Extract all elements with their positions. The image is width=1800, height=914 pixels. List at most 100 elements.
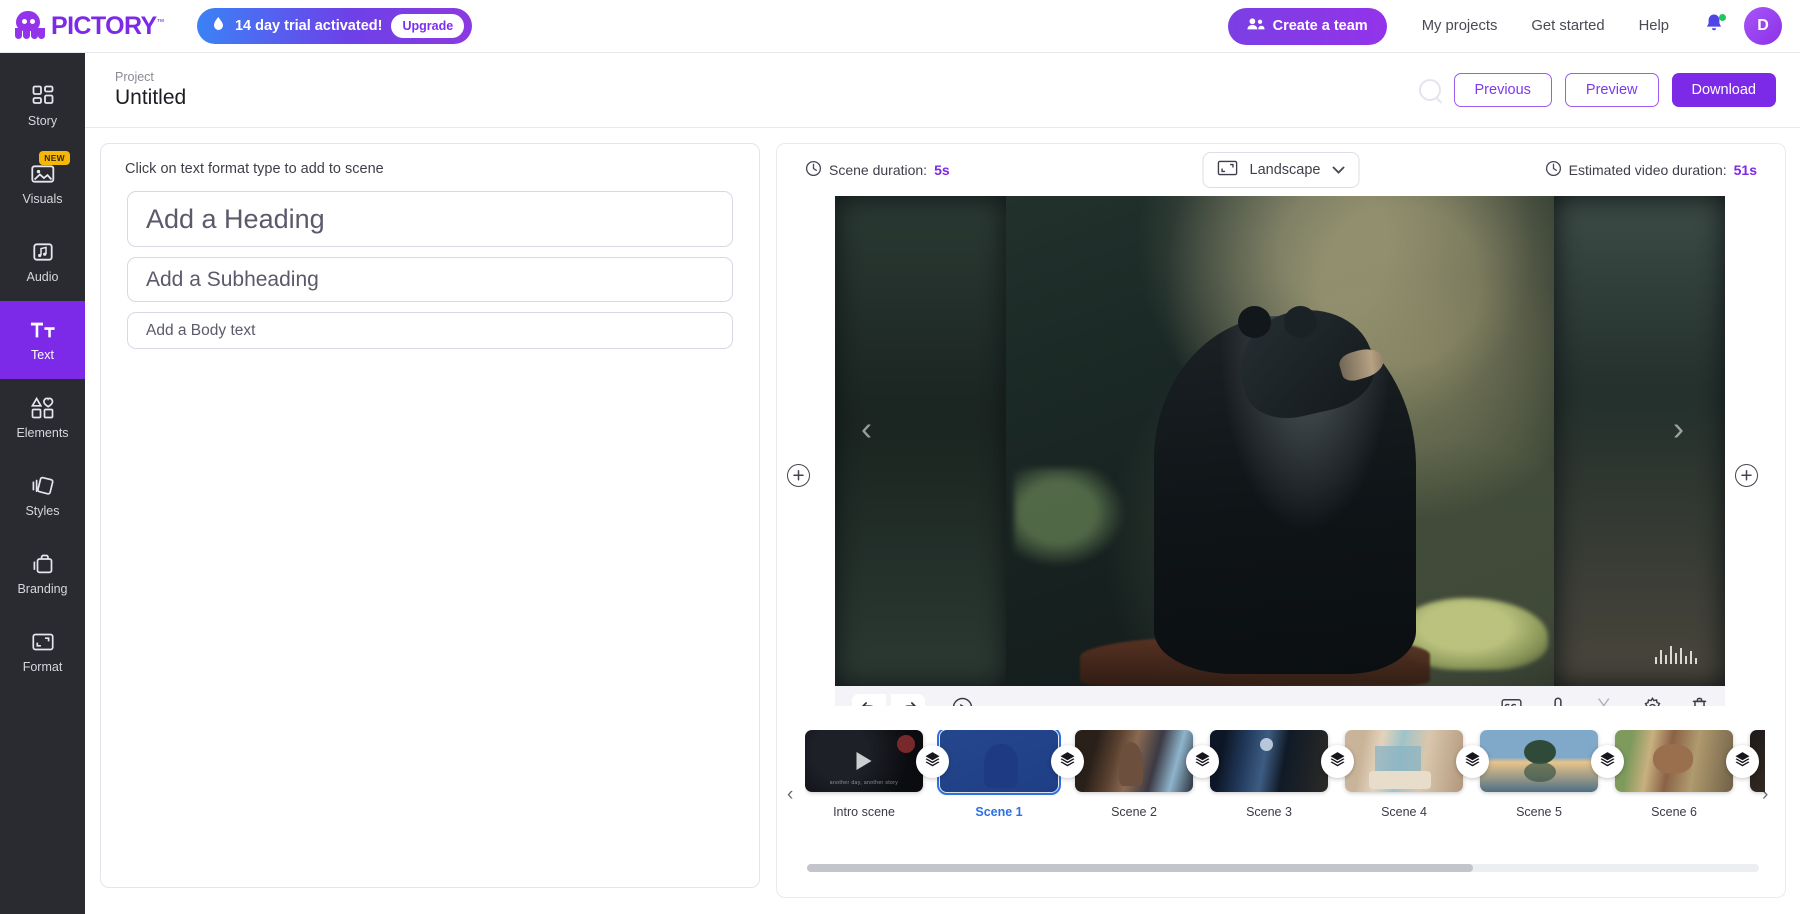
clock-icon: [805, 160, 822, 180]
sidebar-label-styles: Styles: [25, 504, 59, 518]
merge-scenes-button[interactable]: [1051, 745, 1084, 778]
scene-label: Scene 6: [1651, 805, 1697, 819]
nav-get-started[interactable]: Get started: [1514, 18, 1621, 34]
nav-help[interactable]: Help: [1622, 18, 1686, 34]
layers-merge-icon: [1464, 751, 1481, 773]
timeline-track: another day, another story Intro scene: [805, 730, 1765, 848]
merge-scenes-button[interactable]: [1456, 745, 1489, 778]
nav-my-projects[interactable]: My projects: [1405, 18, 1515, 34]
create-team-button[interactable]: Create a team: [1228, 8, 1387, 45]
sidebar-item-text[interactable]: Text: [0, 301, 85, 379]
list-item[interactable]: Scene 5: [1480, 730, 1598, 819]
add-subheading-option[interactable]: Add a Subheading: [127, 257, 733, 302]
sidebar-item-format[interactable]: Format: [0, 613, 85, 691]
logo-text: PICTORY: [51, 12, 157, 40]
timeline-scrollbar[interactable]: [807, 864, 1759, 872]
sidebar-label-branding: Branding: [17, 582, 67, 596]
create-team-label: Create a team: [1273, 18, 1368, 34]
notification-dot: [1719, 14, 1726, 21]
add-heading-option[interactable]: Add a Heading: [127, 191, 733, 247]
notification-bell-button[interactable]: [1686, 13, 1736, 39]
scene-label: Scene 3: [1246, 805, 1292, 819]
download-button[interactable]: Download: [1672, 73, 1777, 107]
team-icon: [1247, 17, 1265, 35]
logo-wordmark: PICTORY™: [51, 12, 164, 41]
video-preview-canvas[interactable]: ‹ ›: [835, 196, 1725, 686]
scene-thumbnail[interactable]: another day, another story: [805, 730, 923, 792]
project-header: Project Untitled Previous Preview Downlo…: [85, 53, 1800, 128]
clock-icon: [1545, 160, 1562, 180]
timeline-scroll-left-button[interactable]: ‹: [787, 784, 793, 806]
sidebar-item-elements[interactable]: Elements: [0, 379, 85, 457]
aspect-ratio-select[interactable]: Landscape: [1203, 152, 1360, 188]
video-canvas-row: ‹ ›: [777, 196, 1785, 698]
pictory-logo[interactable]: PICTORY™: [12, 10, 164, 42]
add-body-text-option[interactable]: Add a Body text: [127, 312, 733, 349]
canvas-prev-scene-button[interactable]: ‹: [861, 412, 872, 445]
scene-duration: Scene duration: 5s: [805, 160, 950, 180]
list-item[interactable]: Scene 2: [1075, 730, 1193, 819]
aspect-ratio-value: Landscape: [1250, 162, 1321, 178]
sidebar-label-audio: Audio: [27, 270, 59, 284]
estimated-duration-value: 51s: [1734, 162, 1757, 178]
merge-scenes-button[interactable]: [1726, 745, 1759, 778]
merge-scenes-button[interactable]: [1186, 745, 1219, 778]
sidebar-item-audio[interactable]: Audio: [0, 223, 85, 301]
scene-thumbnail[interactable]: [1075, 730, 1193, 792]
pictory-editor-app: PICTORY™ 14 day trial activated! Upgrade…: [0, 0, 1800, 914]
top-right-actions: Create a team My projects Get started He…: [1228, 7, 1800, 45]
scene-thumbnail[interactable]: [1210, 730, 1328, 792]
new-badge: NEW: [39, 151, 70, 165]
scene-label: Scene 5: [1516, 805, 1562, 819]
scene-thumbnail[interactable]: [940, 730, 1058, 792]
breadcrumb: Project: [115, 70, 186, 84]
briefcase-icon: [30, 552, 56, 576]
layers-merge-icon: [1599, 751, 1616, 773]
scene-image: [1006, 196, 1554, 686]
scene-thumbnail[interactable]: [1480, 730, 1598, 792]
landscape-frame-icon: [1218, 160, 1238, 180]
merge-scenes-button[interactable]: [916, 745, 949, 778]
audio-waveform-icon: [1655, 644, 1698, 664]
timeline-scrollbar-thumb[interactable]: [807, 864, 1473, 872]
add-scene-right-button[interactable]: [1735, 464, 1758, 487]
add-subheading-label: Add a Subheading: [146, 268, 319, 292]
text-format-panel: Click on text format type to add to scen…: [100, 143, 760, 888]
chevron-down-icon: [1332, 162, 1344, 178]
layers-merge-icon: [1059, 751, 1076, 773]
list-item[interactable]: another day, another story Intro scene: [805, 730, 923, 819]
scene-label: Scene 1: [975, 805, 1022, 819]
trial-banner: 14 day trial activated! Upgrade: [197, 8, 472, 44]
avatar[interactable]: D: [1744, 7, 1782, 45]
sidebar-label-visuals: Visuals: [22, 192, 62, 206]
upgrade-button[interactable]: Upgrade: [391, 14, 464, 38]
octopus-logo-icon: [12, 10, 46, 42]
workspace-toolbar: Scene duration: 5s Landscape: [777, 144, 1785, 196]
sidebar-item-branding[interactable]: Branding: [0, 535, 85, 613]
canvas-next-scene-button[interactable]: ›: [1673, 412, 1684, 445]
sidebar-item-visuals[interactable]: NEW Visuals: [0, 145, 85, 223]
page-title[interactable]: Untitled: [115, 86, 186, 110]
sidebar-label-elements: Elements: [16, 426, 68, 440]
scene-label: Scene 2: [1111, 805, 1157, 819]
list-item[interactable]: Scene 6: [1615, 730, 1733, 819]
add-scene-left-button[interactable]: [787, 464, 810, 487]
list-item[interactable]: Scene 1: [940, 730, 1058, 819]
previous-button[interactable]: Previous: [1454, 73, 1552, 107]
add-body-text-label: Add a Body text: [146, 322, 255, 340]
list-item[interactable]: Scene 4: [1345, 730, 1463, 819]
shapes-icon: [30, 396, 56, 420]
sidebar-item-styles[interactable]: Styles: [0, 457, 85, 535]
header-actions: Previous Preview Download: [1419, 73, 1777, 107]
merge-scenes-button[interactable]: [1321, 745, 1354, 778]
list-item[interactable]: Scene 3: [1210, 730, 1328, 819]
sidebar-item-story[interactable]: Story: [0, 67, 85, 145]
text-format-icon: [30, 318, 56, 342]
merge-scenes-button[interactable]: [1591, 745, 1624, 778]
preview-button[interactable]: Preview: [1565, 73, 1659, 107]
scene-thumbnail[interactable]: [1345, 730, 1463, 792]
search-icon[interactable]: [1419, 79, 1441, 101]
sidebar-label-story: Story: [28, 114, 57, 128]
scene-label: Scene 4: [1381, 805, 1427, 819]
scene-thumbnail[interactable]: [1615, 730, 1733, 792]
